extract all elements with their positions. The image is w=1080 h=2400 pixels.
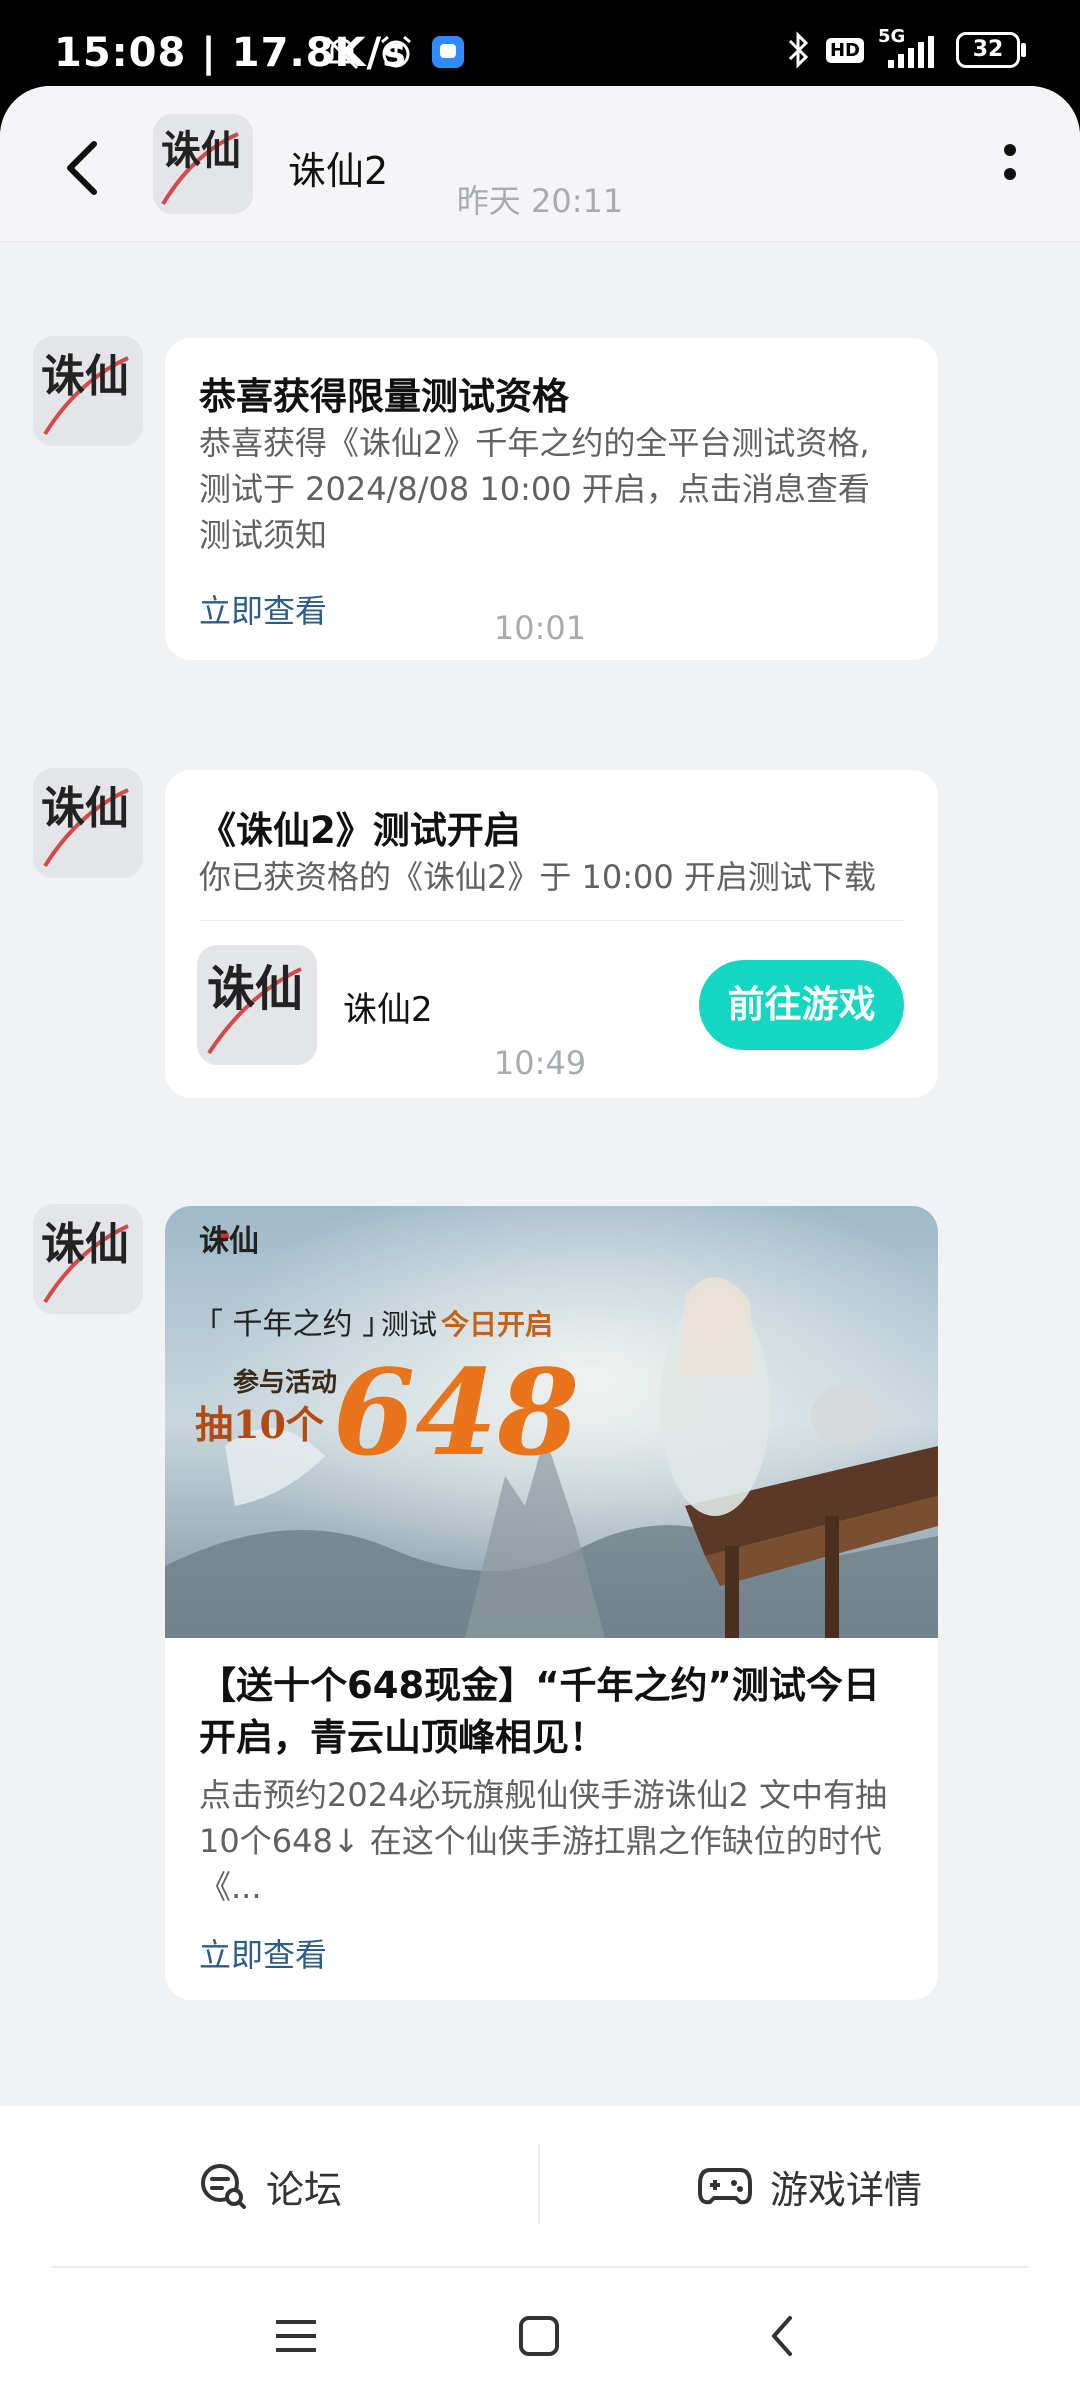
message-body-line: 《... xyxy=(199,1868,262,1906)
banner-line1-a: 「 千年之约 」 xyxy=(193,1307,392,1342)
bluetooth-icon xyxy=(788,31,809,69)
message-timestamp: 昨天 20:11 xyxy=(456,182,624,220)
bottom-tab-bar: 论坛 游戏详情 xyxy=(0,2106,1080,2266)
zhuxian-logo-icon: 诛仙 xyxy=(33,336,143,446)
battery-indicator: 32 xyxy=(956,32,1026,68)
mute-icon xyxy=(325,36,359,70)
message-body-line: 恭喜获得《诛仙2》千年之约的全平台测试资格, xyxy=(199,424,870,462)
message-body: 恭喜获得《诛仙2》千年之约的全平台测试资格, 测试于 2024/8/08 10:… xyxy=(199,420,919,558)
banner-big-number: 648 xyxy=(333,1343,579,1482)
banner-line1-b: 测试 xyxy=(381,1308,437,1341)
signal-icon xyxy=(888,36,934,68)
back-nav-icon[interactable] xyxy=(754,2306,814,2366)
message-title: 恭喜获得限量测试资格 xyxy=(199,375,569,418)
banner-line1-c: 今日开启 xyxy=(441,1308,553,1341)
banner-logo: 诛仙 xyxy=(199,1224,259,1259)
message-body-line: 10个648↓ 在这个仙侠手游扛鼎之作缺位的时代 xyxy=(199,1822,882,1860)
chat-screen: 诛仙 诛仙2 昨天 20:11 诛仙 恭喜获得限量测试资格 恭喜获得《诛仙2》千… xyxy=(0,86,1080,2400)
message-body: 你已获资格的《诛仙2》于 10:00 开启测试下载 xyxy=(199,858,876,896)
tab-game-details-label: 游戏详情 xyxy=(770,2167,923,2212)
message-body: 点击预约2024必玩旗舰仙侠手游诛仙2 文中有抽 10个648↓ 在这个仙侠手游… xyxy=(199,1772,919,1910)
signal-indicator: 5G xyxy=(878,26,942,70)
banner-artwork: 诛仙 「 千年之约 」 测试 今日开启 参与活动 抽10个 648 xyxy=(165,1206,938,1638)
message-title: 《诛仙2》测试开启 xyxy=(199,809,521,852)
message-body-line: 测试于 2024/8/08 10:00 开启，点击消息查看 xyxy=(199,470,870,508)
app-notification-icon xyxy=(432,36,464,68)
view-now-link[interactable]: 立即查看 xyxy=(199,1930,327,1976)
sender-avatar[interactable]: 诛仙 xyxy=(33,1204,143,1314)
svg-text:诛仙: 诛仙 xyxy=(41,1219,129,1270)
tab-divider xyxy=(538,2144,540,2224)
status-icons-right: HD 5G 32 xyxy=(786,26,1026,70)
message-timestamp: 10:49 xyxy=(493,1044,587,1082)
message-title-line: 开启，青云山顶峰相见！ xyxy=(199,1716,606,1759)
message-title-line: 【送十个648现金】“千年之约”测试今日 xyxy=(199,1664,880,1707)
alarm-icon xyxy=(381,35,411,68)
menu-icon[interactable] xyxy=(266,2306,326,2366)
svg-text:诛仙: 诛仙 xyxy=(41,783,129,834)
tab-forum[interactable]: 论坛 xyxy=(198,2106,342,2266)
sender-avatar[interactable]: 诛仙 xyxy=(33,336,143,446)
message-card[interactable]: 诛仙 「 千年之约 」 测试 今日开启 参与活动 抽10个 648 【送十个64… xyxy=(165,1206,938,2000)
home-icon[interactable] xyxy=(509,2306,569,2366)
forum-icon xyxy=(201,2164,246,2209)
promo-banner-image[interactable]: 诛仙 「 千年之约 」 测试 今日开启 参与活动 抽10个 648 xyxy=(165,1206,938,1638)
nav-divider xyxy=(52,2266,1028,2268)
divider xyxy=(199,920,904,921)
message-body-line: 点击预约2024必玩旗舰仙侠手游诛仙2 文中有抽 xyxy=(199,1776,887,1814)
message-body-line: 测试须知 xyxy=(199,516,328,554)
svg-text:诛仙: 诛仙 xyxy=(41,351,129,402)
sender-avatar[interactable]: 诛仙 xyxy=(33,768,143,878)
hd-badge: HD xyxy=(825,37,864,63)
gamepad-icon xyxy=(698,2168,752,2205)
zhuxian-logo-icon: 诛仙 xyxy=(33,768,143,878)
banner-line3: 抽10个 xyxy=(195,1402,324,1447)
message-timestamp: 10:01 xyxy=(493,609,587,647)
svg-text:诛仙: 诛仙 xyxy=(207,961,303,1017)
tab-forum-label: 论坛 xyxy=(266,2167,343,2212)
svg-text:诛仙: 诛仙 xyxy=(161,127,241,174)
banner-line2: 参与活动 xyxy=(233,1367,337,1398)
system-nav-bar xyxy=(0,2266,1080,2400)
game-name: 诛仙2 xyxy=(343,990,433,1030)
go-to-game-button[interactable]: 前往游戏 xyxy=(699,960,904,1050)
status-icons-left xyxy=(322,32,466,72)
message-title: 【送十个648现金】“千年之约”测试今日 开启，青云山顶峰相见！ xyxy=(199,1660,880,1764)
tab-game-details[interactable]: 游戏详情 xyxy=(698,2106,922,2266)
zhuxian-logo-icon: 诛仙 xyxy=(33,1204,143,1314)
